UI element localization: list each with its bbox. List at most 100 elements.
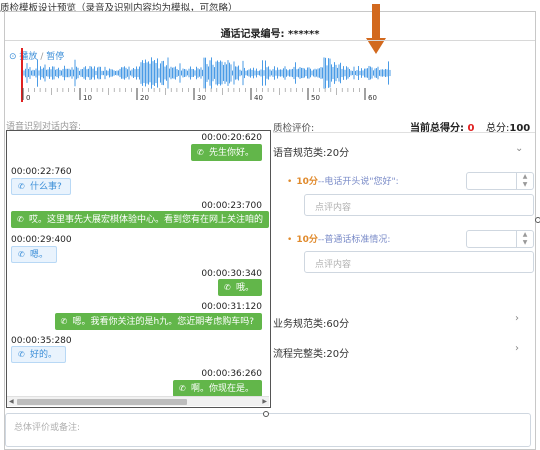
waveform-bar	[100, 66, 101, 80]
scroll-left-icon[interactable]: ◀	[9, 398, 14, 405]
waveform-bar	[383, 69, 385, 77]
chat-horizontal-scrollbar[interactable]: ◀ ▶	[7, 396, 269, 406]
waveform[interactable]	[22, 56, 397, 90]
score-stepper[interactable]: ▲ ▼	[466, 230, 534, 248]
waveform-bar	[101, 70, 103, 76]
waveform-bar	[335, 64, 337, 82]
waveform-bar	[98, 66, 100, 80]
comment-input[interactable]: 点评内容	[304, 251, 534, 273]
waveform-bar	[127, 69, 128, 77]
waveform-bar	[62, 68, 64, 78]
waveform-bar	[82, 69, 83, 77]
message-text: 啊。你现在是。	[190, 384, 254, 394]
chevron-right-icon[interactable]: ›	[515, 343, 519, 354]
agent-message: ✆ 哎。这里事先大展宏棋体验中心。看到您有在网上关注咱的	[11, 211, 269, 228]
waveform-bar	[260, 69, 262, 77]
waveform-bar	[56, 68, 58, 78]
waveform-bar	[31, 70, 32, 76]
waveform-bar	[23, 70, 25, 76]
waveform-bar	[77, 67, 79, 79]
waveform-bar	[206, 64, 208, 82]
waveform-bar	[322, 67, 323, 79]
waveform-bar	[289, 69, 290, 77]
waveform-bar	[196, 66, 197, 80]
resize-handle[interactable]	[263, 411, 269, 417]
category-business[interactable]: 业务规范类:60分	[273, 315, 349, 330]
waveform-bar	[73, 69, 74, 77]
waveform-bar	[298, 68, 299, 78]
waveform-bar	[202, 69, 203, 77]
waveform-bar	[226, 64, 227, 82]
resize-handle[interactable]	[535, 217, 540, 223]
timeline-ruler[interactable]: 0 10 20 30 40 50 60	[22, 88, 382, 102]
ruler-label: 10	[83, 94, 92, 102]
waveform-bar	[307, 67, 308, 79]
waveform-bar	[124, 66, 125, 80]
chevron-right-icon[interactable]: ›	[515, 313, 519, 324]
waveform-bar	[113, 70, 115, 76]
phone-icon: ✆	[18, 250, 25, 259]
waveform-bar	[169, 68, 170, 78]
waveform-bar	[154, 59, 155, 87]
message-text: 哦。	[235, 283, 254, 293]
message-text: 嗯。	[30, 250, 49, 260]
chat-panel[interactable]: 00:00:20:620 ✆ 先生你好。 00:00:22:760 ✆ 什么事? 0…	[6, 130, 271, 408]
waveform-bar	[110, 69, 112, 77]
play-circle-icon[interactable]: ⊙	[9, 52, 17, 62]
waveform-bar	[338, 64, 340, 82]
waveform-bar	[106, 70, 107, 76]
waveform-bar	[176, 69, 178, 77]
waveform-bar	[266, 67, 268, 79]
waveform-bar	[241, 70, 242, 76]
waveform-bar	[236, 66, 238, 80]
waveform-bar	[304, 68, 305, 78]
ruler-label: 50	[311, 94, 320, 102]
stepper-buttons[interactable]: ▲ ▼	[516, 231, 533, 247]
waveform-bar	[182, 68, 184, 78]
waveform-bar	[25, 68, 26, 78]
waveform-bar	[350, 70, 352, 76]
waveform-bar	[112, 69, 113, 77]
scroll-right-icon[interactable]: ▶	[262, 398, 267, 405]
message-text: 好的。	[30, 350, 58, 360]
stepper-buttons[interactable]: ▲ ▼	[516, 173, 533, 189]
overall-comment-input[interactable]: 总体评价或备注:	[5, 413, 531, 447]
waveform-bar	[271, 70, 272, 76]
evaluation-item: • 10分--普通话标准情况:	[287, 232, 390, 245]
category-process[interactable]: 流程完整类:20分	[273, 345, 349, 360]
waveform-bar	[163, 60, 164, 86]
waveform-bar	[353, 66, 355, 80]
waveform-bar	[380, 69, 382, 77]
waveform-bar	[284, 66, 286, 80]
waveform-bar	[283, 68, 284, 78]
waveform-bar	[227, 60, 229, 86]
waveform-bar	[254, 70, 256, 76]
chevron-down-icon[interactable]: ⌄	[515, 143, 523, 154]
comment-input[interactable]: 点评内容	[304, 194, 534, 216]
waveform-bar	[256, 68, 257, 78]
waveform-bar	[158, 68, 160, 78]
waveform-bar	[344, 69, 346, 77]
waveform-bar	[220, 60, 221, 86]
message-text: 嗯。我看你关注的是h九。您近期考虑购车吗?	[72, 317, 254, 327]
waveform-bar	[149, 63, 151, 83]
waveform-bar	[343, 66, 344, 80]
waveform-bar	[313, 69, 314, 77]
score-stepper[interactable]: ▲ ▼	[466, 172, 534, 190]
waveform-bar	[175, 66, 176, 80]
waveform-bar	[122, 67, 124, 79]
waveform-bar	[299, 67, 301, 79]
scrollbar-thumb[interactable]	[17, 399, 187, 405]
waveform-bar	[328, 58, 329, 88]
waveform-bar	[230, 64, 232, 82]
waveform-bar	[251, 69, 253, 77]
waveform-bar	[347, 67, 349, 79]
phone-icon: ✆	[60, 317, 68, 326]
waveform-bar	[382, 69, 383, 77]
waveform-bar	[43, 67, 44, 79]
waveform-bar	[208, 66, 209, 80]
waveform-bar	[136, 66, 137, 80]
waveform-bar	[218, 61, 220, 85]
category-voice[interactable]: 语音规范类:20分	[273, 144, 349, 159]
message-time: 00:00:35:280	[11, 336, 72, 346]
